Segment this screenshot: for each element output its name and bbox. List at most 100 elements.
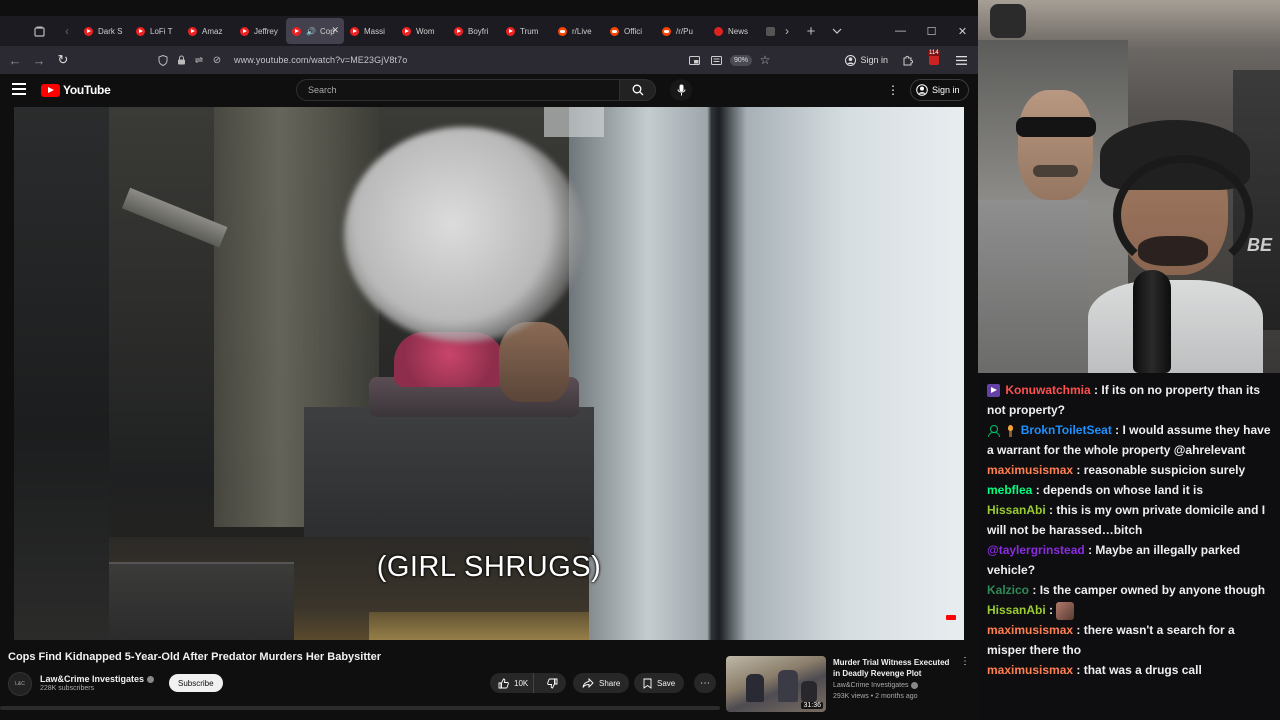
scroll-tabs-left-icon[interactable]: ‹ — [56, 20, 78, 42]
browser-tab-title: /r/Pu — [676, 26, 693, 36]
speaker-icon[interactable]: 🔊 — [306, 27, 316, 36]
chat-username[interactable]: Kalzico — [987, 583, 1029, 597]
voice-search-button[interactable] — [670, 79, 692, 101]
channel-name[interactable]: Law&Crime Investigates — [40, 674, 155, 684]
browser-tab[interactable]: 🔊 Cop ✕ — [286, 18, 344, 44]
tracking-protection-icon[interactable] — [154, 51, 172, 69]
chat-username[interactable]: @taylergrinstead — [987, 543, 1085, 557]
save-button[interactable]: Save — [634, 673, 685, 693]
reload-icon[interactable]: ↻ — [51, 48, 75, 72]
browser-tab[interactable]: LoFi T — [130, 18, 182, 44]
chat-username[interactable]: maximusismax — [987, 623, 1073, 637]
forward-icon[interactable]: → — [27, 48, 51, 72]
chat-username[interactable]: Konuwatchmia — [1005, 383, 1090, 397]
dislike-button[interactable] — [539, 673, 566, 693]
list-all-tabs-icon[interactable] — [826, 20, 848, 42]
youtube-logo[interactable]: YouTube — [41, 83, 111, 97]
youtube-header: YouTube ⋮ Sign in — [0, 74, 978, 106]
browser-tab[interactable]: Jeffrey — [234, 18, 286, 44]
more-actions-button[interactable]: ⋯ — [694, 673, 716, 693]
chat-separator: : — [1045, 503, 1057, 517]
video-player[interactable]: (GIRL SHRUGS) — [14, 107, 964, 640]
chat-emote-icon[interactable] — [1056, 601, 1075, 620]
browser-tab[interactable]: Massi — [344, 18, 396, 44]
ublock-extension-icon[interactable]: 114 — [926, 50, 942, 68]
browser-tab[interactable]: Boyfri — [448, 18, 500, 44]
extensions-puzzle-icon[interactable] — [896, 49, 918, 71]
horizontal-scrollbar[interactable] — [0, 706, 720, 710]
browser-tab[interactable]: Dark S — [78, 18, 130, 44]
person-badge-icon[interactable] — [987, 424, 1000, 438]
picture-in-picture-icon[interactable] — [686, 51, 704, 69]
verified-check-icon — [147, 675, 155, 683]
account-signin-button[interactable]: Sign in — [845, 54, 888, 66]
chat-separator: : — [1073, 663, 1084, 677]
chat-message-text: reasonable suspicion surely — [1083, 463, 1246, 477]
url-bar[interactable]: ⇌ ⊘ www.youtube.com/watch?v=ME23GjV8t7o … — [154, 49, 774, 71]
search-input[interactable] — [296, 79, 620, 101]
settings-dots-icon[interactable]: ⋮ — [887, 83, 899, 97]
chat-message-text: Is the camper owned by anyone though — [1039, 583, 1266, 597]
minimize-icon[interactable]: — — [885, 25, 916, 37]
reddit-icon — [662, 26, 671, 36]
chat-username[interactable]: maximusismax — [987, 663, 1073, 677]
chat-separator: : — [1111, 423, 1123, 437]
channel-name-text[interactable]: Law&Crime Investigates — [40, 674, 144, 684]
chat-username[interactable]: BroknToiletSeat — [1021, 423, 1112, 437]
chat-username[interactable]: HissanAbi — [987, 503, 1046, 517]
recommended-video-thumbnail[interactable]: 31:36 — [726, 656, 826, 712]
search-button[interactable] — [620, 79, 656, 101]
channel-avatar[interactable]: L&C — [8, 672, 32, 696]
new-tab-icon[interactable]: + — [800, 20, 822, 42]
youtube-icon — [454, 26, 463, 36]
youtube-signin-button[interactable]: Sign in — [910, 79, 969, 101]
autoplay-blocked-icon[interactable]: ⊘ — [208, 51, 226, 69]
browser-tab[interactable]: Amaz — [182, 18, 234, 44]
subscribe-button[interactable]: Subscribe — [169, 674, 223, 692]
browser-tab-title: Dark S — [98, 26, 123, 36]
guide-menu-icon[interactable] — [12, 83, 26, 95]
reader-view-icon[interactable] — [708, 51, 726, 69]
sub-badge-icon[interactable] — [987, 384, 1000, 398]
browser-tab[interactable]: /r/Pu — [656, 18, 708, 44]
browser-tab[interactable]: Wom — [396, 18, 448, 44]
navigation-bar: ← → ↻ ⇌ ⊘ www.youtube.com/watch?v=ME23Gj… — [0, 46, 978, 74]
chat-message: Kalzico : Is the camper owned by anyone … — [987, 580, 1276, 600]
browser-tab[interactable]: News — [708, 18, 760, 44]
webcam-poster-face — [1018, 90, 1093, 200]
share-button[interactable]: Share — [573, 673, 630, 693]
torch-badge-icon[interactable] — [1005, 424, 1015, 438]
app-menu-icon[interactable] — [950, 49, 972, 71]
permissions-icon[interactable]: ⇌ — [190, 51, 208, 69]
back-icon[interactable]: ← — [3, 48, 27, 72]
close-tab-icon[interactable]: ✕ — [331, 25, 339, 36]
browser-tab[interactable]: Trum — [500, 18, 552, 44]
like-dislike-group: 10K — [490, 673, 566, 693]
zoom-level-badge[interactable]: 90% — [729, 54, 752, 66]
browser-tab-overflow[interactable] — [760, 18, 776, 44]
scroll-tabs-right-icon[interactable]: › — [776, 20, 798, 42]
reddit-icon — [558, 26, 567, 36]
tab-overview-icon[interactable] — [28, 20, 50, 42]
browser-tab[interactable]: Offici — [604, 18, 656, 44]
video-frame-bench — [304, 407, 594, 557]
browser-tab-title: Jeffrey — [254, 26, 278, 36]
recommended-more-icon[interactable]: ⋮ — [960, 656, 970, 667]
lock-icon[interactable] — [172, 51, 190, 69]
recommended-video-title[interactable]: Murder Trial Witness Executed in Deadly … — [833, 657, 958, 679]
chat-username[interactable]: mebflea — [987, 483, 1032, 497]
chat-message: maximusismax : that was a drugs call — [987, 660, 1276, 680]
chat-username[interactable]: HissanAbi — [987, 603, 1046, 617]
recommended-video-meta: 293K views • 2 months ago — [833, 693, 918, 700]
close-window-icon[interactable]: ✕ — [947, 25, 978, 38]
browser-tab-title: Boyfri — [468, 26, 489, 36]
share-label: Share — [599, 678, 621, 688]
bookmark-star-icon[interactable]: ☆ — [756, 51, 774, 69]
chat-username[interactable]: maximusismax — [987, 463, 1073, 477]
recommended-video-channel[interactable]: Law&Crime Investigates — [833, 682, 919, 689]
url-text[interactable]: www.youtube.com/watch?v=ME23GjV8t7o — [234, 55, 407, 65]
maximize-icon[interactable]: ☐ — [916, 25, 947, 38]
recommended-channel-text[interactable]: Law&Crime Investigates — [833, 682, 908, 689]
like-button[interactable]: 10K — [490, 673, 535, 693]
browser-tab[interactable]: r/Live — [552, 18, 604, 44]
